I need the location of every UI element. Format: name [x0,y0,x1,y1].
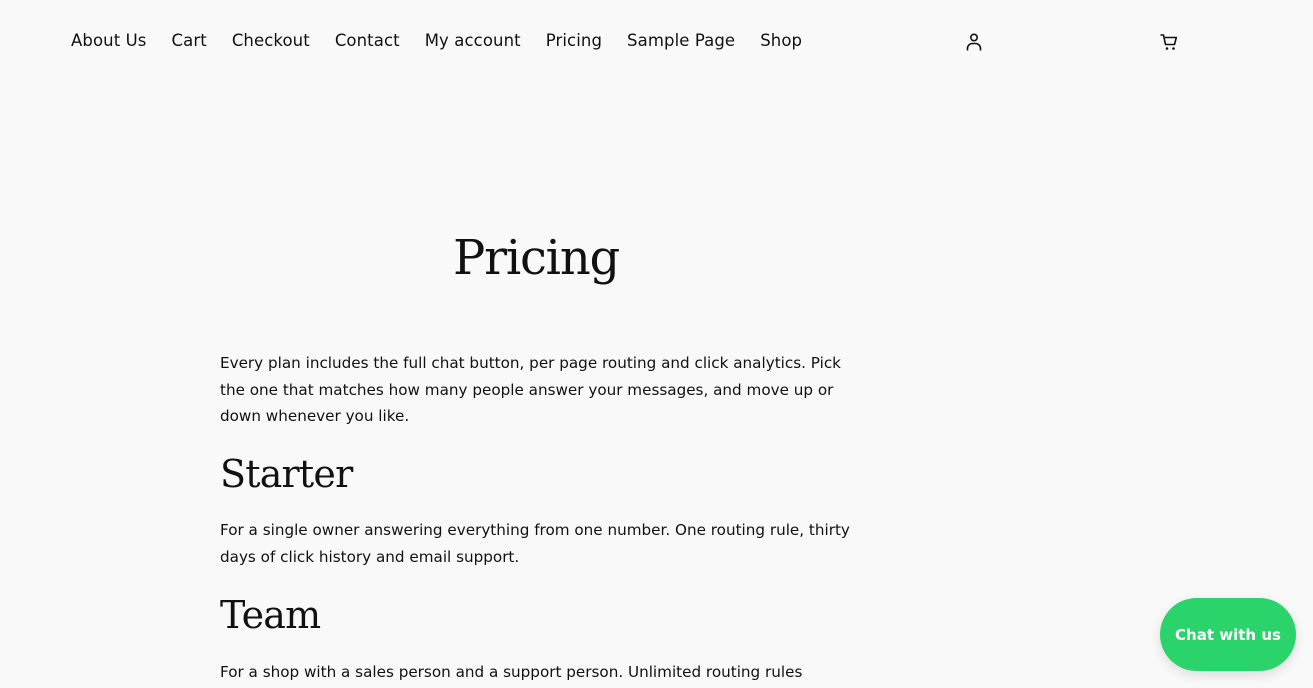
site-header: About Us Cart Checkout Contact My accoun… [0,0,1313,84]
team-description: For a shop with a sales person and a sup… [220,663,803,681]
nav-item-sample-page[interactable]: Sample Page [627,30,735,52]
nav-item-cart[interactable]: Cart [172,30,207,52]
cart-icon[interactable] [1158,31,1180,53]
nav-item-contact[interactable]: Contact [335,30,400,52]
page-title: Pricing [453,230,620,286]
nav-item-checkout[interactable]: Checkout [232,30,310,52]
nav-item-pricing[interactable]: Pricing [546,30,602,52]
main-nav: About Us Cart Checkout Contact My accoun… [71,30,827,52]
chat-with-us-button[interactable]: Chat with us [1160,598,1296,671]
starter-description: For a single owner answering everything … [220,521,850,566]
page: About Us Cart Checkout Contact My accoun… [0,0,1313,688]
team-heading: Team [220,593,321,637]
intro-paragraph: Every plan includes the full chat button… [220,354,841,425]
account-icon[interactable] [963,31,985,53]
nav-item-shop[interactable]: Shop [760,30,802,52]
nav-item-about-us[interactable]: About Us [71,30,147,52]
nav-item-my-account[interactable]: My account [425,30,521,52]
starter-heading: Starter [220,452,353,496]
